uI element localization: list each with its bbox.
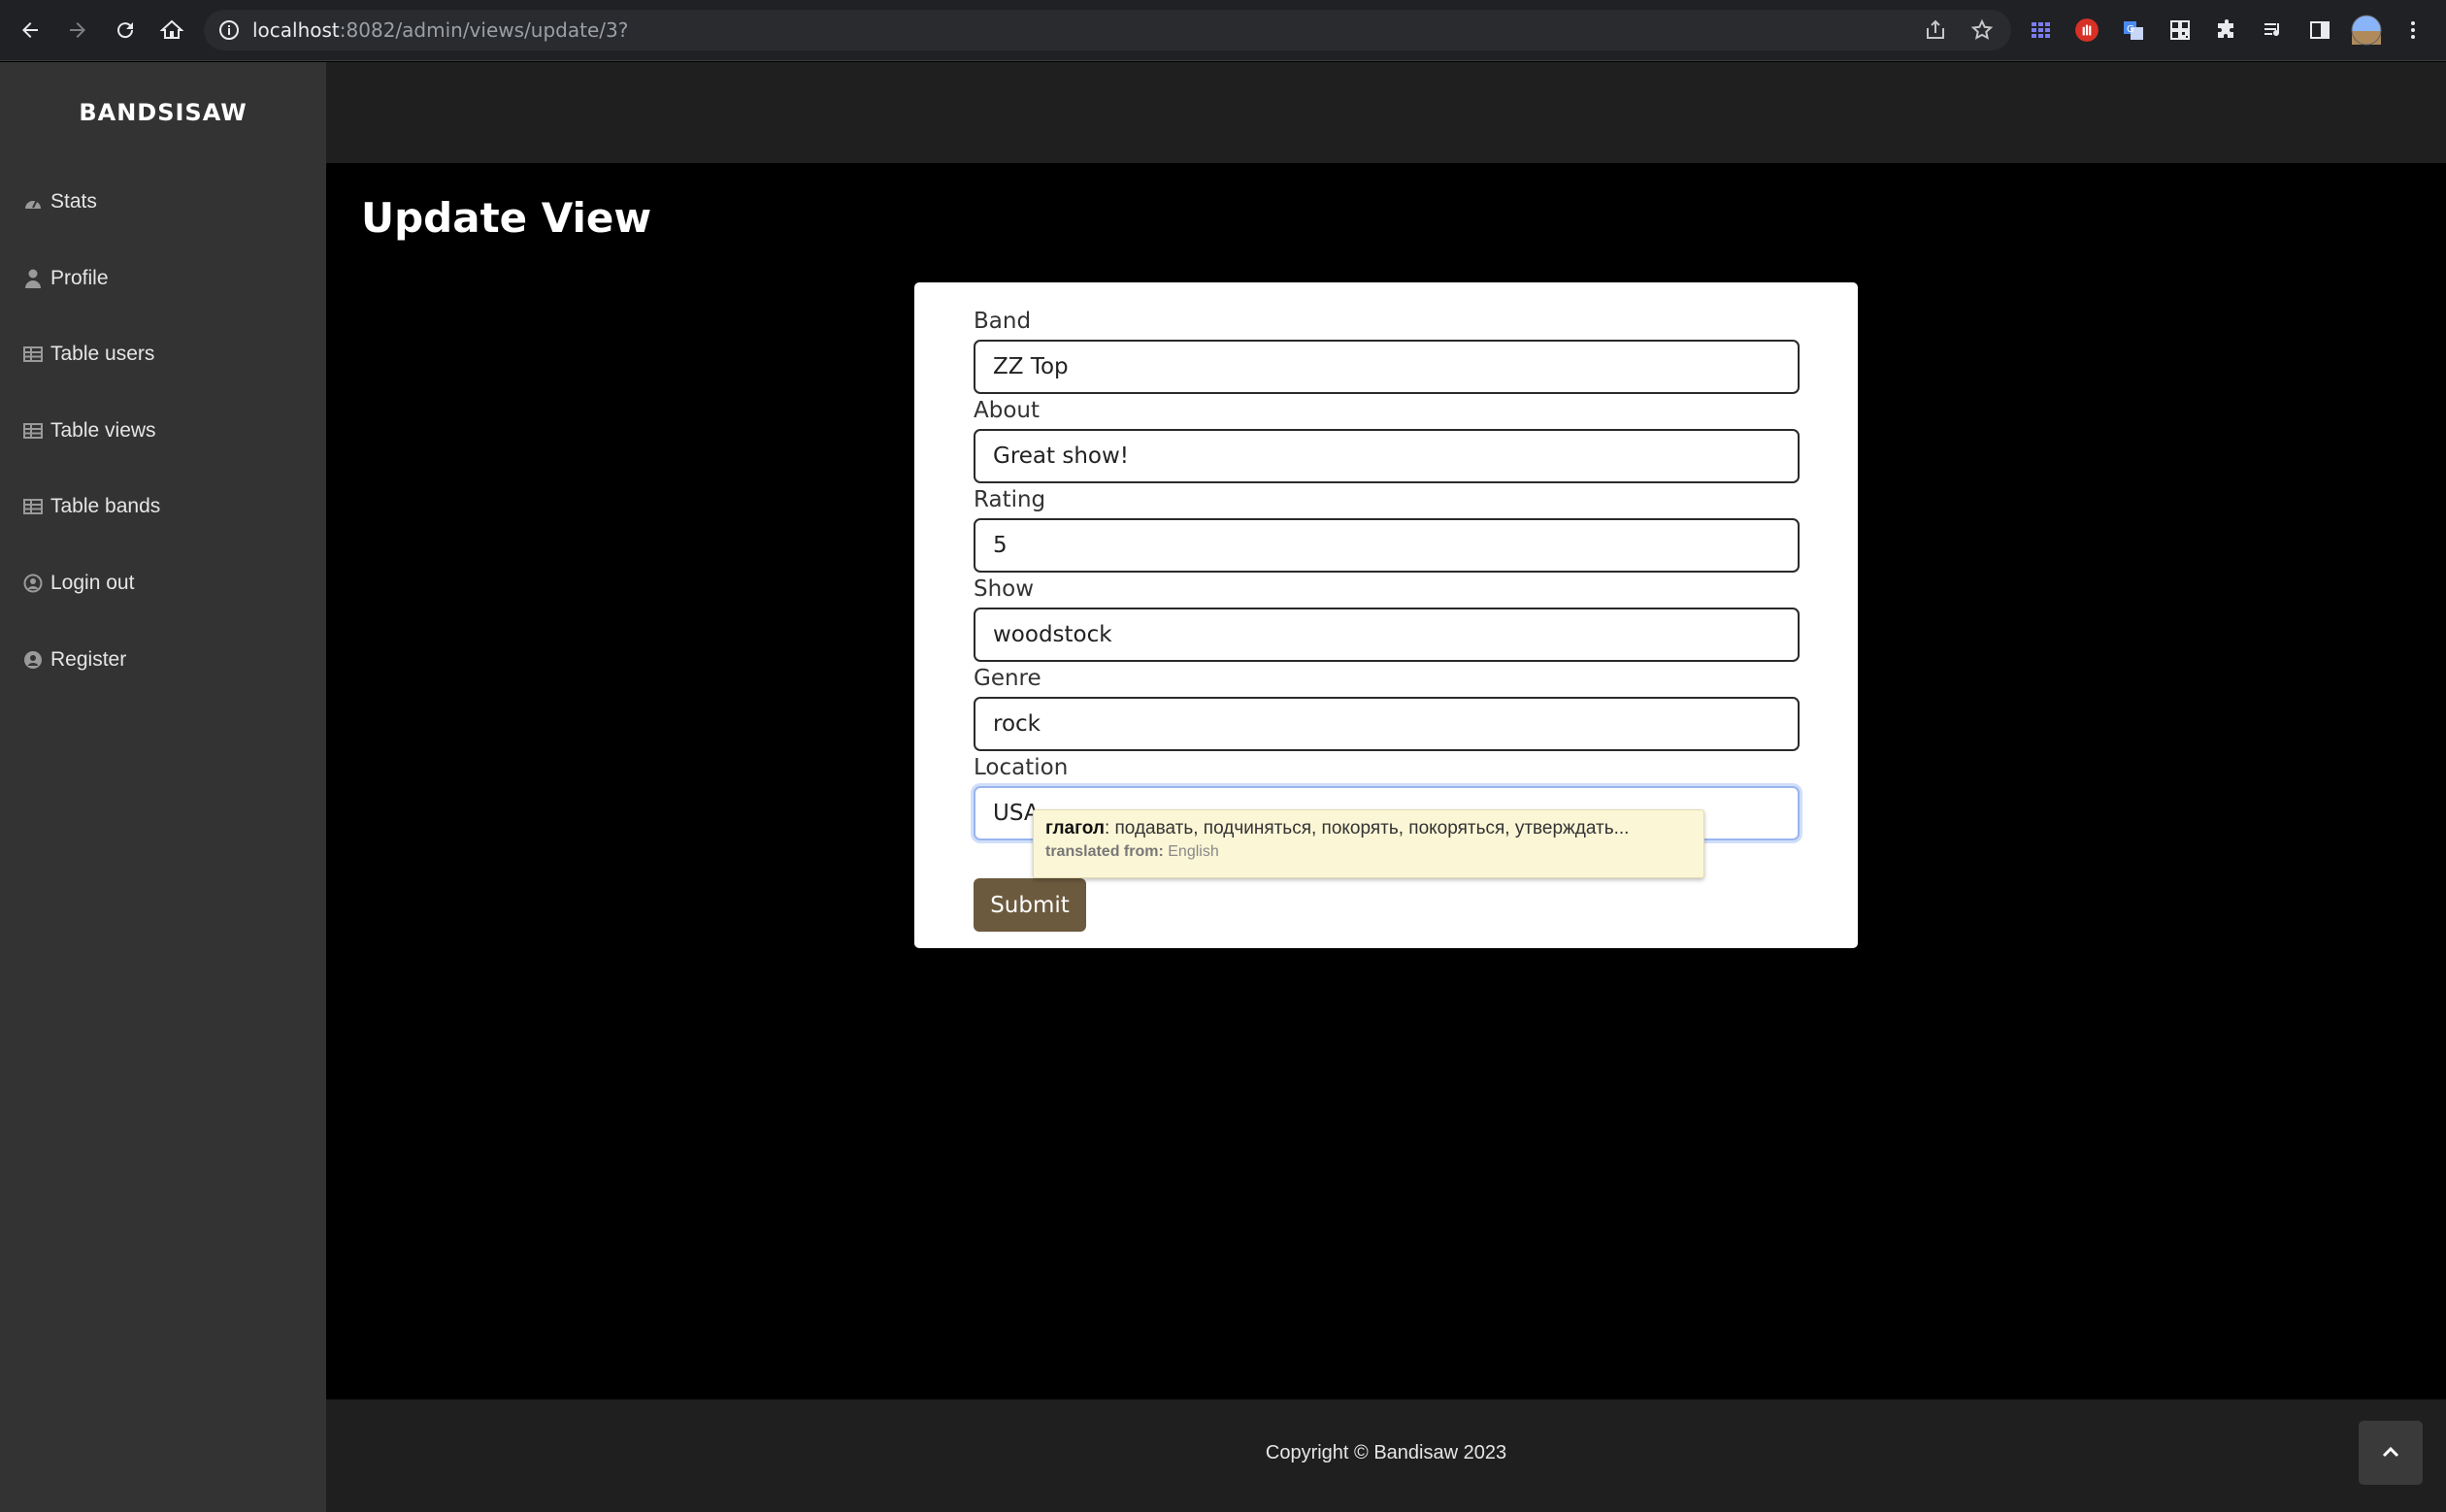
band-label: Band [974, 309, 1032, 334]
translate-from-label: translated from: [1045, 843, 1164, 860]
sidebar-item-label: Table bands [50, 495, 161, 517]
brand-logo[interactable]: BANDSISAW [0, 99, 326, 126]
browser-menu-icon[interactable] [2397, 15, 2429, 46]
table-icon [23, 497, 43, 516]
show-input[interactable] [974, 608, 1800, 662]
sidebar-item-label: Register [50, 648, 127, 671]
sidebar-item-table-views[interactable]: Table views [23, 411, 305, 450]
svg-text:G: G [2127, 24, 2134, 35]
scroll-to-top-button[interactable] [2359, 1421, 2423, 1485]
user-circle-icon [23, 574, 43, 593]
sidebar-item-label: Table views [50, 419, 156, 442]
apps-grid-icon[interactable] [2025, 15, 2056, 46]
back-icon[interactable] [12, 12, 49, 49]
topbar [326, 62, 2446, 163]
main-content: Update View Band About Rating Show Genre… [326, 163, 2446, 1399]
url-text: localhost:8082/admin/views/update/3? [252, 18, 629, 42]
rating-label: Rating [974, 487, 1046, 512]
translate-from-lang: English [1168, 843, 1219, 860]
sidebar: BANDSISAW Stats Profile Table users Tabl… [0, 62, 326, 1512]
puzzle-icon[interactable] [2211, 15, 2242, 46]
forward-icon[interactable] [59, 12, 96, 49]
user-circle-icon [23, 650, 43, 670]
translate-popup: глагол: подавать, подчиняться, покорять,… [1033, 809, 1704, 878]
share-icon[interactable] [1924, 18, 1947, 42]
table-icon [23, 421, 43, 441]
about-label: About [974, 398, 1041, 423]
address-bar[interactable]: localhost:8082/admin/views/update/3? [204, 10, 2011, 50]
translate-icon[interactable]: G [2118, 15, 2149, 46]
sidebar-item-table-users[interactable]: Table users [23, 335, 305, 374]
genre-label: Genre [974, 666, 1041, 691]
show-label: Show [974, 576, 1035, 602]
sidebar-item-profile[interactable]: Profile [23, 259, 305, 298]
star-icon[interactable] [1970, 18, 1994, 42]
user-icon [23, 269, 43, 288]
sidebar-item-stats[interactable]: Stats [23, 182, 305, 221]
submit-button[interactable]: Submit [974, 878, 1086, 932]
stop-hand-icon[interactable] [2071, 15, 2102, 46]
rating-input[interactable] [974, 518, 1800, 573]
band-input[interactable] [974, 340, 1800, 394]
sidebar-item-login-out[interactable]: Login out [23, 564, 305, 603]
sidebar-item-register[interactable]: Register [23, 641, 305, 679]
copyright-text: Copyright © Bandisaw 2023 [1265, 1442, 1507, 1463]
sidebar-item-label: Profile [50, 267, 109, 289]
translate-text: : подавать, подчиняться, покорять, покор… [1104, 818, 1630, 838]
qr-code-icon[interactable] [2165, 15, 2196, 46]
sidebar-item-label: Stats [50, 190, 97, 213]
home-icon[interactable] [153, 12, 190, 49]
table-icon [23, 345, 43, 364]
translate-popup-line: глагол: подавать, подчиняться, покорять,… [1045, 818, 1692, 839]
profile-avatar[interactable] [2351, 15, 2382, 46]
location-label: Location [974, 755, 1069, 780]
sidebar-item-label: Login out [50, 572, 135, 594]
translate-part-of-speech: глагол [1045, 818, 1105, 838]
side-panel-icon[interactable] [2304, 15, 2335, 46]
genre-input[interactable] [974, 697, 1800, 751]
info-icon[interactable] [217, 18, 241, 42]
sidebar-item-table-bands[interactable]: Table bands [23, 487, 305, 526]
browser-toolbar: localhost:8082/admin/views/update/3? G [0, 0, 2446, 61]
page-title: Update View [361, 194, 652, 242]
gauge-icon [23, 192, 43, 212]
translate-source: translated from: English [1045, 843, 1692, 861]
reload-icon[interactable] [107, 12, 144, 49]
media-queue-icon[interactable] [2258, 15, 2289, 46]
chevron-up-icon [2382, 1446, 2399, 1461]
about-input[interactable] [974, 429, 1800, 483]
sidebar-item-label: Table users [50, 343, 155, 365]
footer: Copyright © Bandisaw 2023 [326, 1399, 2446, 1512]
